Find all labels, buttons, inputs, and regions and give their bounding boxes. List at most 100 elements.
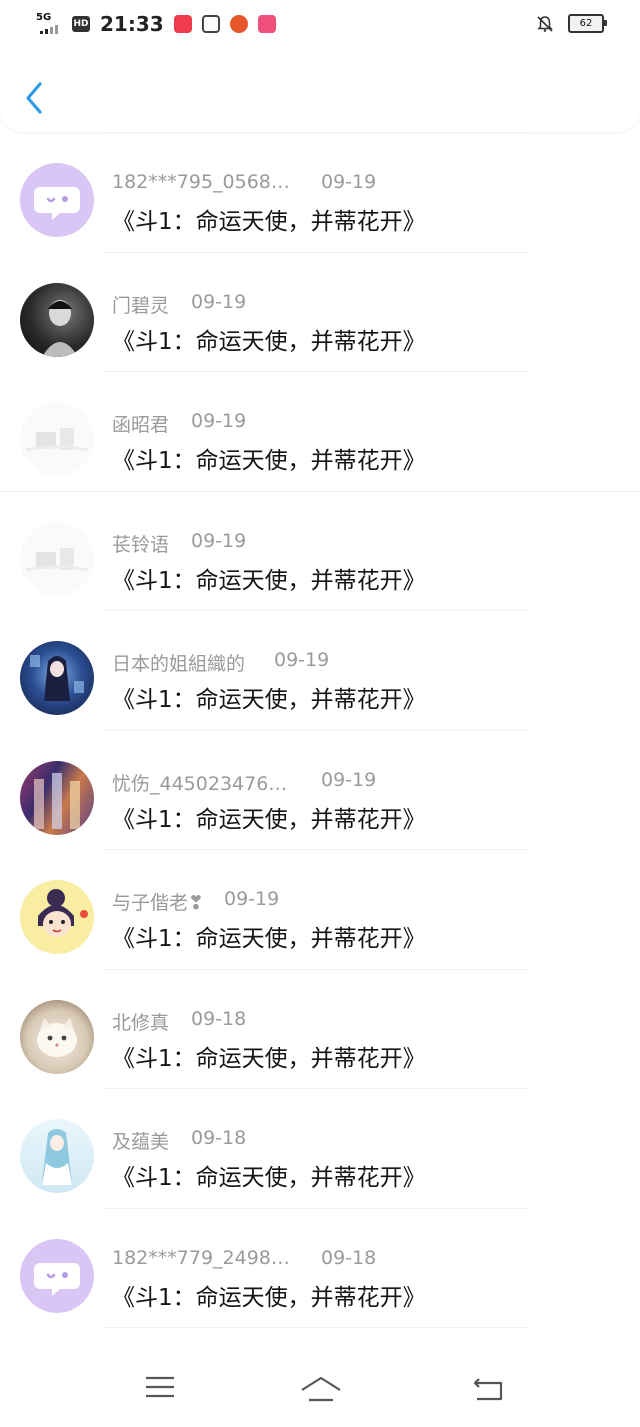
comment-meta: 北修真 09-18 — [112, 1008, 246, 1035]
status-right: 62 — [536, 14, 607, 33]
menu-icon[interactable] — [144, 1373, 176, 1401]
comment-meta: 函昭君 09-19 — [112, 410, 246, 437]
comment-meta: 与子偕老❣ 09-19 — [112, 888, 279, 915]
user-name[interactable]: 忧伤_445023476… — [112, 769, 321, 796]
comment-date: 09-19 — [191, 410, 247, 432]
avatar[interactable] — [20, 880, 94, 954]
user-name[interactable]: 182***795_0568… — [112, 171, 321, 193]
chevron-left-icon[interactable] — [22, 78, 48, 118]
avatar[interactable] — [20, 402, 94, 476]
divider — [102, 1207, 528, 1209]
app-icon-red — [173, 15, 192, 33]
user-name[interactable]: 及蕴美 — [112, 1127, 191, 1154]
anime-illustration — [30, 655, 84, 701]
list-item[interactable]: 182***795_0568… 09-19 《斗1：命运天使，并蒂花开》 — [0, 132, 640, 252]
home-icon[interactable] — [299, 1373, 343, 1405]
comment-date: 09-18 — [321, 1246, 377, 1269]
comment-text: 《斗1：命运天使，并蒂花开》 — [112, 687, 426, 713]
status-bar: 5G HD 21:33 62 — [0, 0, 640, 50]
list-item[interactable]: 函昭君 09-19 《斗1：命运天使，并蒂花开》 — [0, 371, 640, 491]
comment-meta: 182***779_2498… 09-18 — [112, 1247, 376, 1269]
faded-illustration — [25, 428, 89, 452]
battery-level: 62 — [579, 18, 593, 29]
chat-bubble-icon — [34, 1262, 80, 1296]
anime-light-illustration — [42, 1129, 72, 1185]
avatar[interactable] — [20, 163, 94, 237]
user-name[interactable]: 与子偕老❣ — [112, 888, 224, 915]
cat-photo — [37, 1017, 77, 1057]
chat-bubble-icon — [34, 187, 80, 220]
clock: 21:33 — [100, 12, 164, 36]
comment-date: 09-19 — [224, 888, 280, 910]
user-name[interactable]: 北修真 — [112, 1008, 191, 1035]
top-header: 5G HD 21:33 62 — [0, 0, 640, 132]
avatar[interactable] — [20, 282, 94, 357]
user-name[interactable]: 门碧灵 — [112, 291, 191, 318]
faded-illustration — [25, 547, 89, 571]
comment-meta: 182***795_0568… 09-19 — [112, 171, 376, 193]
user-name[interactable]: 苌铃语 — [112, 530, 191, 557]
list-item[interactable]: 忧伤_445023476… 09-19 《斗1：命运天使，并蒂花开》 — [0, 729, 640, 850]
divider — [102, 610, 528, 611]
app-icon-orange — [229, 15, 248, 33]
avatar[interactable] — [20, 521, 94, 596]
app-icon-pink — [257, 15, 276, 33]
list-item[interactable]: 及蕴美 09-18 《斗1：命运天使，并蒂花开》 — [0, 1088, 640, 1208]
comment-date: 09-19 — [321, 768, 377, 791]
comment-text: 《斗1：命运天使，并蒂花开》 — [112, 209, 426, 235]
divider — [102, 968, 528, 970]
system-nav-bar — [0, 1355, 640, 1427]
back-nav-icon[interactable] — [471, 1373, 505, 1403]
portrait-photo — [42, 299, 78, 357]
network-type: 5G — [36, 12, 52, 23]
avatar[interactable] — [20, 641, 94, 715]
divider — [102, 1327, 528, 1328]
comment-meta: 忧伤_445023476… 09-19 — [112, 769, 376, 796]
anime-group-illustration — [34, 772, 80, 829]
comment-text: 《斗1：命运天使，并蒂花开》 — [112, 328, 426, 355]
avatar[interactable] — [20, 999, 94, 1074]
divider — [102, 251, 528, 253]
divider — [0, 490, 640, 492]
divider — [102, 849, 528, 850]
comment-meta: 日本的姐組織的 09-19 — [112, 649, 329, 676]
list-item[interactable]: 与子偕老❣ 09-19 《斗1：命运天使，并蒂花开》 — [0, 849, 640, 969]
avatar[interactable] — [20, 1238, 94, 1313]
comment-date: 09-19 — [274, 649, 330, 671]
user-name[interactable]: 182***779_2498… — [112, 1247, 321, 1269]
comment-text: 《斗1：命运天使，并蒂花开》 — [112, 448, 426, 474]
comment-list: 182***795_0568… 09-19 《斗1：命运天使，并蒂花开》 门碧灵… — [0, 132, 640, 1347]
battery-icon: 62 — [568, 14, 607, 33]
bell-muted-icon — [537, 15, 553, 32]
list-item[interactable]: 苌铃语 09-19 《斗1：命运天使，并蒂花开》 — [0, 490, 640, 611]
divider — [102, 132, 528, 133]
list-end — [0, 1327, 640, 1347]
cartoon-girl-illustration — [38, 889, 88, 937]
list-item[interactable]: 日本的姐組織的 09-19 《斗1：命运天使，并蒂花开》 — [0, 610, 640, 730]
list-item[interactable]: 北修真 09-18 《斗1：命运天使，并蒂花开》 — [0, 968, 640, 1089]
divider — [102, 371, 528, 372]
comment-meta: 苌铃语 09-19 — [112, 530, 246, 557]
signal-icon: 5G — [36, 13, 66, 35]
avatar[interactable] — [20, 1119, 94, 1193]
list-item[interactable]: 182***779_2498… 09-18 《斗1：命运天使，并蒂花开》 — [0, 1207, 640, 1328]
comment-text: 《斗1：命运天使，并蒂花开》 — [112, 926, 426, 952]
comment-text: 《斗1：命运天使，并蒂花开》 — [112, 1284, 426, 1311]
comment-date: 09-19 — [191, 290, 247, 313]
comment-text: 《斗1：命运天使，并蒂花开》 — [112, 1045, 426, 1072]
user-name[interactable]: 函昭君 — [112, 410, 191, 437]
comment-text: 《斗1：命运天使，并蒂花开》 — [112, 806, 426, 833]
comment-date: 09-19 — [321, 171, 377, 193]
comment-date: 09-18 — [191, 1127, 247, 1149]
user-name[interactable]: 日本的姐組織的 — [112, 649, 274, 676]
divider — [102, 1088, 528, 1089]
avatar[interactable] — [20, 760, 94, 835]
comment-date: 09-19 — [191, 529, 247, 552]
list-item[interactable]: 门碧灵 09-19 《斗1：命运天使，并蒂花开》 — [0, 251, 640, 372]
divider — [102, 729, 528, 731]
comment-meta: 及蕴美 09-18 — [112, 1127, 246, 1154]
hd-icon: HD — [72, 16, 90, 32]
comment-text: 《斗1：命运天使，并蒂花开》 — [112, 1165, 426, 1191]
comment-meta: 门碧灵 09-19 — [112, 291, 246, 318]
comment-date: 09-18 — [191, 1007, 247, 1030]
